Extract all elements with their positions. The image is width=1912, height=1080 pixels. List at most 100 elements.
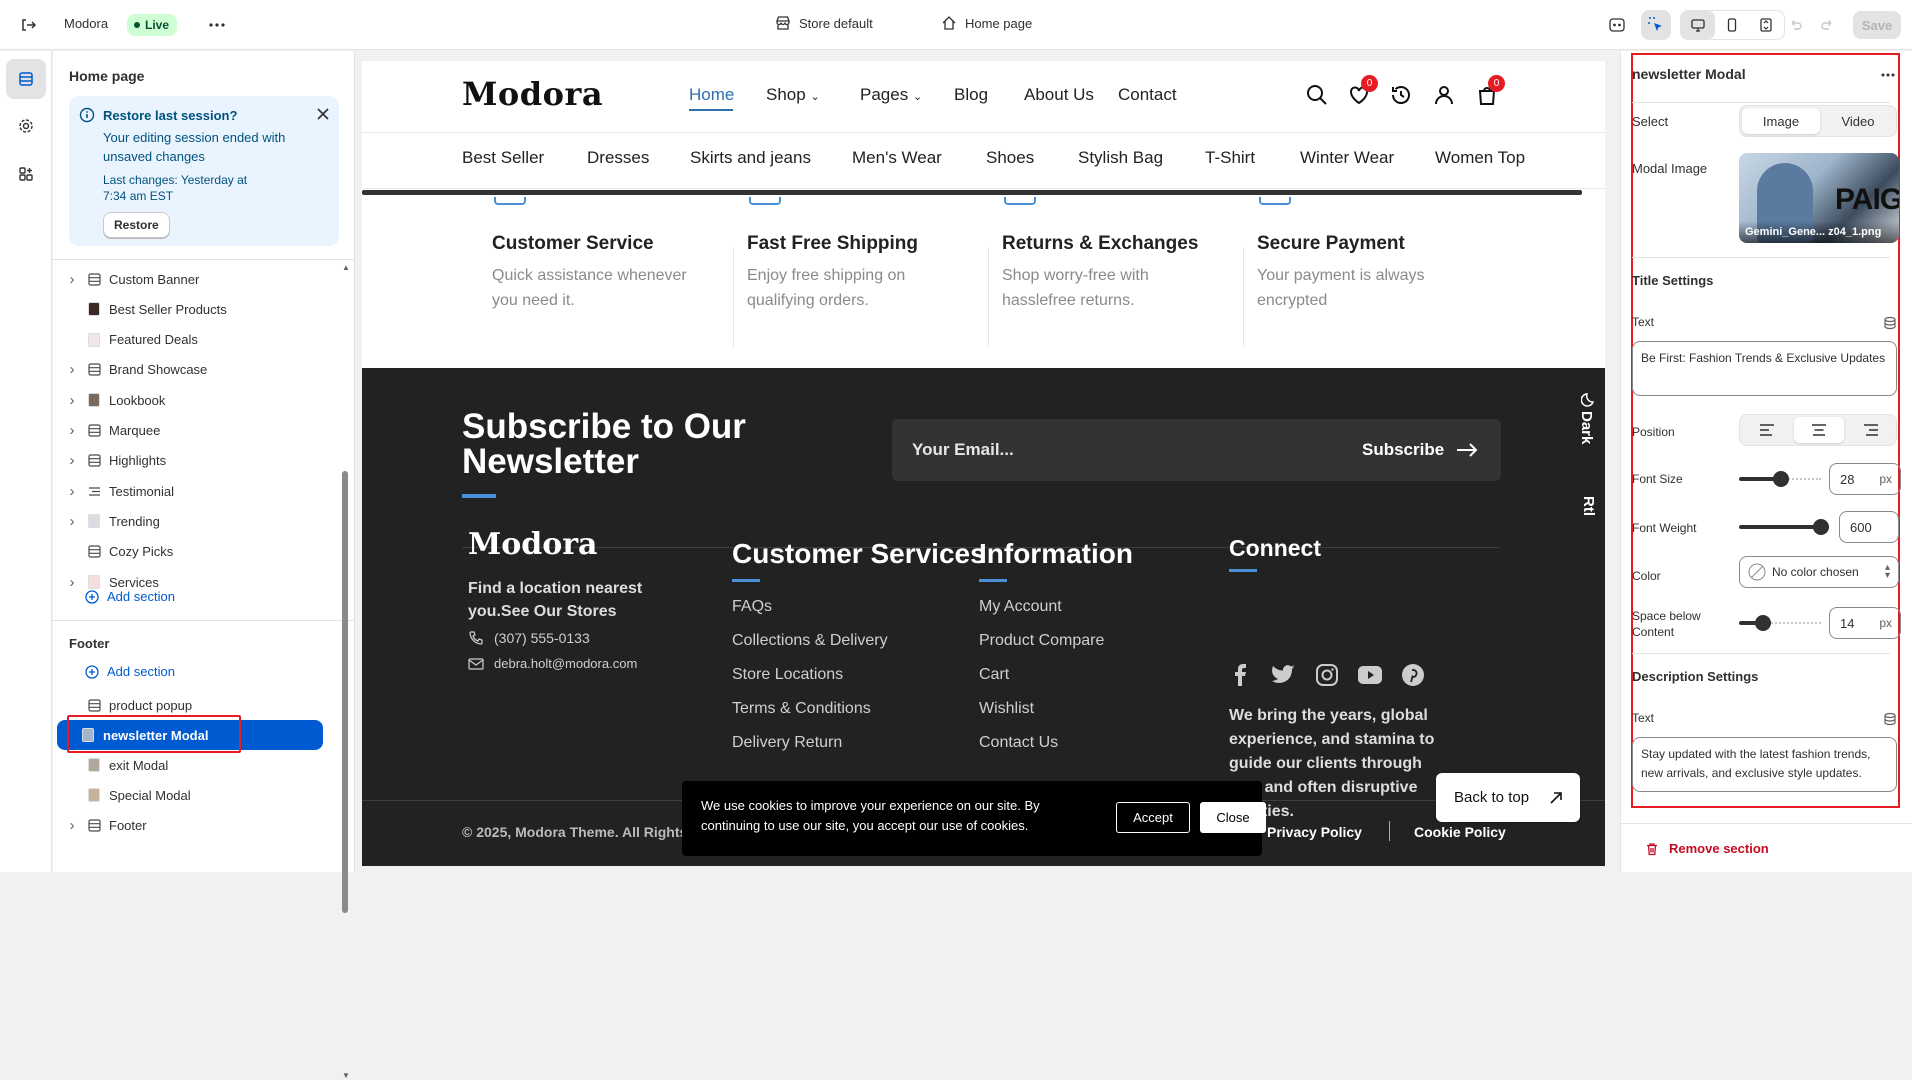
template-selector[interactable]: Store default bbox=[775, 15, 873, 31]
page-selector[interactable]: Home page bbox=[941, 15, 1032, 31]
cookie-link[interactable]: Cookie Policy bbox=[1414, 824, 1506, 840]
category-winter[interactable]: Winter Wear bbox=[1300, 148, 1394, 168]
category-shoes[interactable]: Shoes bbox=[986, 148, 1034, 168]
segment-video[interactable]: Video bbox=[1820, 108, 1896, 134]
category-tshirt[interactable]: T-Shirt bbox=[1205, 148, 1255, 168]
app-blocks-icon[interactable] bbox=[6, 154, 46, 194]
nav-blog[interactable]: Blog bbox=[954, 85, 988, 105]
category-dresses[interactable]: Dresses bbox=[587, 148, 649, 168]
sections-icon[interactable] bbox=[6, 59, 46, 99]
scroll-down-icon[interactable]: ▼ bbox=[342, 1071, 350, 1080]
close-icon[interactable] bbox=[315, 106, 331, 122]
chevron-right-icon[interactable]: › bbox=[63, 271, 81, 288]
section-item[interactable]: › Custom Banner bbox=[63, 264, 329, 294]
chevron-right-icon[interactable]: › bbox=[63, 452, 81, 469]
section-item[interactable]: exit Modal bbox=[63, 750, 329, 780]
font-size-slider-thumb[interactable] bbox=[1773, 471, 1789, 487]
twitter-icon[interactable] bbox=[1270, 661, 1298, 689]
pinterest-icon[interactable] bbox=[1399, 661, 1427, 689]
space-slider-thumb[interactable] bbox=[1755, 615, 1771, 631]
chevron-right-icon[interactable]: › bbox=[63, 817, 81, 834]
nav-shop[interactable]: Shop ⌄ bbox=[766, 85, 820, 105]
section-item[interactable]: Special Modal bbox=[63, 780, 329, 810]
chevron-right-icon[interactable]: › bbox=[63, 513, 81, 530]
category-bags[interactable]: Stylish Bag bbox=[1078, 148, 1163, 168]
nav-contact[interactable]: Contact bbox=[1118, 85, 1177, 105]
more-icon[interactable] bbox=[206, 14, 228, 36]
align-right-icon[interactable] bbox=[1846, 417, 1896, 443]
facebook-icon[interactable] bbox=[1226, 661, 1254, 689]
nav-about[interactable]: About Us bbox=[1024, 85, 1094, 105]
footer-link[interactable]: Product Compare bbox=[979, 632, 1104, 650]
footer-link[interactable]: Contact Us bbox=[979, 734, 1058, 752]
modal-image-thumbnail[interactable]: PAIG Gemini_Gene... z04_1.png bbox=[1739, 153, 1899, 243]
chevron-right-icon[interactable]: › bbox=[63, 483, 81, 500]
remove-section-button[interactable]: Remove section bbox=[1645, 841, 1769, 856]
save-button[interactable]: Save bbox=[1853, 11, 1901, 39]
category-mens[interactable]: Men's Wear bbox=[852, 148, 942, 168]
scroll-up-icon[interactable]: ▲ bbox=[342, 263, 350, 272]
mobile-icon[interactable] bbox=[1715, 11, 1749, 39]
footer-link[interactable]: FAQs bbox=[732, 598, 772, 616]
dark-mode-toggle[interactable]: Dark bbox=[1578, 391, 1600, 451]
footer-logo[interactable]: Modora bbox=[468, 527, 597, 562]
nav-home[interactable]: Home bbox=[689, 85, 734, 105]
section-item[interactable]: › Lookbook bbox=[63, 385, 329, 415]
section-item[interactable]: › Testimonial bbox=[63, 476, 329, 506]
category-women[interactable]: Women Top bbox=[1435, 148, 1525, 168]
inspector-toggle-icon[interactable] bbox=[1641, 10, 1671, 40]
category-skirts[interactable]: Skirts and jeans bbox=[690, 148, 811, 168]
privacy-link[interactable]: Privacy Policy bbox=[1267, 824, 1362, 840]
section-item[interactable]: › Highlights bbox=[63, 446, 329, 476]
history-icon[interactable] bbox=[1389, 83, 1413, 107]
search-icon[interactable] bbox=[1305, 83, 1329, 107]
youtube-icon[interactable] bbox=[1356, 661, 1384, 689]
dynamic-source-icon[interactable] bbox=[1883, 712, 1897, 726]
footer-link[interactable]: Cart bbox=[979, 666, 1009, 684]
section-item[interactable]: Best Seller Products bbox=[63, 294, 329, 324]
add-section-button[interactable]: Add section bbox=[85, 589, 175, 604]
section-item[interactable]: › Marquee bbox=[63, 416, 329, 446]
section-item[interactable]: Featured Deals bbox=[63, 325, 329, 355]
subscribe-button[interactable]: Subscribe bbox=[1362, 440, 1478, 460]
exit-icon[interactable] bbox=[18, 15, 38, 35]
font-size-input[interactable]: 28 px bbox=[1829, 463, 1901, 495]
font-weight-input[interactable]: 600 bbox=[1839, 511, 1899, 543]
section-item[interactable]: Cozy Picks bbox=[63, 537, 329, 567]
chevron-right-icon[interactable]: › bbox=[63, 422, 81, 439]
email-input[interactable]: Your Email... bbox=[912, 440, 1014, 460]
segment-image[interactable]: Image bbox=[1742, 108, 1820, 134]
rtl-toggle[interactable]: Rtl bbox=[1580, 496, 1597, 516]
description-text-input[interactable]: Stay updated with the latest fashion tre… bbox=[1632, 737, 1897, 792]
footer-link[interactable]: Store Locations bbox=[732, 666, 843, 684]
footer-link[interactable]: Wishlist bbox=[979, 700, 1034, 718]
store-logo[interactable]: Modora bbox=[462, 75, 603, 113]
scrollbar[interactable]: ▲ ▼ bbox=[341, 263, 350, 1080]
cookie-accept-button[interactable]: Accept bbox=[1116, 802, 1190, 833]
color-picker[interactable]: No color chosen ▴ ▾ bbox=[1739, 556, 1899, 588]
email-address[interactable]: debra.holt@modora.com bbox=[494, 656, 637, 671]
account-icon[interactable] bbox=[1432, 83, 1456, 107]
footer-link[interactable]: Delivery Return bbox=[732, 734, 842, 752]
apps-icon[interactable] bbox=[1606, 14, 1628, 36]
align-center-icon[interactable] bbox=[1794, 417, 1844, 443]
instagram-icon[interactable] bbox=[1313, 661, 1341, 689]
category-best-seller[interactable]: Best Seller bbox=[462, 148, 544, 168]
undo-icon[interactable] bbox=[1784, 14, 1806, 36]
space-below-input[interactable]: 14 px bbox=[1829, 607, 1901, 639]
section-item[interactable]: › Trending bbox=[63, 506, 329, 536]
font-weight-slider-thumb[interactable] bbox=[1813, 519, 1829, 535]
section-item[interactable]: › Brand Showcase bbox=[63, 355, 329, 385]
scrollbar-thumb[interactable] bbox=[342, 471, 348, 913]
nav-pages[interactable]: Pages ⌄ bbox=[860, 85, 922, 105]
restore-button[interactable]: Restore bbox=[103, 212, 170, 238]
title-text-input[interactable]: Be First: Fashion Trends & Exclusive Upd… bbox=[1632, 341, 1897, 396]
footer-add-section-button[interactable]: Add section bbox=[85, 664, 175, 679]
footer-link[interactable]: Collections & Delivery bbox=[732, 632, 888, 650]
footer-link[interactable]: My Account bbox=[979, 598, 1062, 616]
chevron-right-icon[interactable]: › bbox=[63, 392, 81, 409]
section-item[interactable]: › Footer bbox=[63, 810, 329, 840]
chevron-right-icon[interactable]: › bbox=[63, 574, 81, 591]
more-icon[interactable] bbox=[1878, 71, 1898, 79]
footer-link[interactable]: Terms & Conditions bbox=[732, 700, 871, 718]
